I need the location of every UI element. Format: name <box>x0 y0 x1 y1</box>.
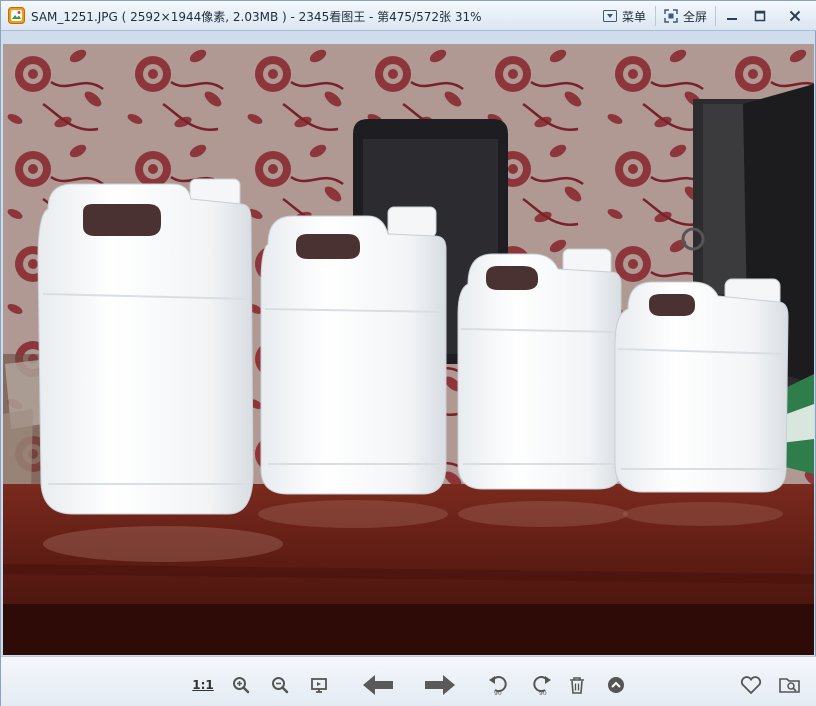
menu-dropdown-icon <box>603 10 617 22</box>
more-button[interactable] <box>605 674 627 696</box>
delete-button[interactable] <box>566 674 588 696</box>
menu-button[interactable]: 菜单 <box>603 6 646 26</box>
fullscreen-icon <box>664 9 678 23</box>
folder-search-icon <box>779 678 800 693</box>
minimize-icon <box>727 18 737 20</box>
titlebar-divider <box>655 6 656 26</box>
rotate-right-icon: 90 <box>533 676 551 696</box>
jerrycan-small <box>614 278 789 493</box>
bottom-toolbar: 1:1 90 90 <box>1 656 816 706</box>
trash-icon <box>570 677 584 694</box>
app-logo-icon <box>8 7 25 24</box>
rotate-right-button[interactable]: 90 <box>527 674 553 696</box>
close-button[interactable] <box>783 6 807 26</box>
rotate-left-button[interactable]: 90 <box>487 674 513 696</box>
rotate-left-icon: 90 <box>489 676 507 696</box>
jerrycan-medium-small <box>457 248 622 490</box>
maximize-icon <box>754 10 766 22</box>
zoom-out-button[interactable] <box>268 674 292 696</box>
open-folder-button[interactable] <box>777 674 803 696</box>
jerrycan-medium-large <box>260 206 447 495</box>
chevron-up-icon <box>608 677 624 693</box>
image-viewport[interactable] <box>3 44 814 655</box>
window-title: SAM_1251.JPG ( 2592×1944像素, 2.03MB ) - 2… <box>31 10 482 24</box>
actual-size-button[interactable]: 1:1 <box>189 674 217 696</box>
zoom-out-icon <box>272 677 289 694</box>
jerrycan-large <box>37 178 254 515</box>
minimize-button[interactable] <box>720 6 744 26</box>
heart-icon <box>740 676 762 694</box>
arrow-left-icon <box>363 675 393 695</box>
photo-canvas <box>3 44 814 655</box>
rotate-right-badge: 90 <box>539 690 547 696</box>
fit-window-icon <box>311 678 327 693</box>
image-viewer-window: SAM_1251.JPG ( 2592×1944像素, 2.03MB ) - 2… <box>0 0 816 706</box>
zoom-in-icon <box>233 677 250 694</box>
fullscreen-button[interactable]: 全屏 <box>664 6 707 26</box>
close-icon <box>789 10 801 22</box>
actual-size-label: 1:1 <box>192 678 214 692</box>
zoom-in-button[interactable] <box>229 674 253 696</box>
favorite-button[interactable] <box>738 674 764 696</box>
next-image-button[interactable] <box>421 674 459 696</box>
menu-label: 菜单 <box>622 9 647 24</box>
fit-window-button[interactable] <box>307 674 331 696</box>
titlebar-divider <box>715 6 716 26</box>
maximize-button[interactable] <box>748 6 772 26</box>
title-bar[interactable]: SAM_1251.JPG ( 2592×1944像素, 2.03MB ) - 2… <box>1 1 816 31</box>
previous-image-button[interactable] <box>359 674 397 696</box>
fullscreen-label: 全屏 <box>683 9 708 24</box>
rotate-left-badge: 90 <box>494 690 502 696</box>
arrow-right-icon <box>425 675 455 695</box>
